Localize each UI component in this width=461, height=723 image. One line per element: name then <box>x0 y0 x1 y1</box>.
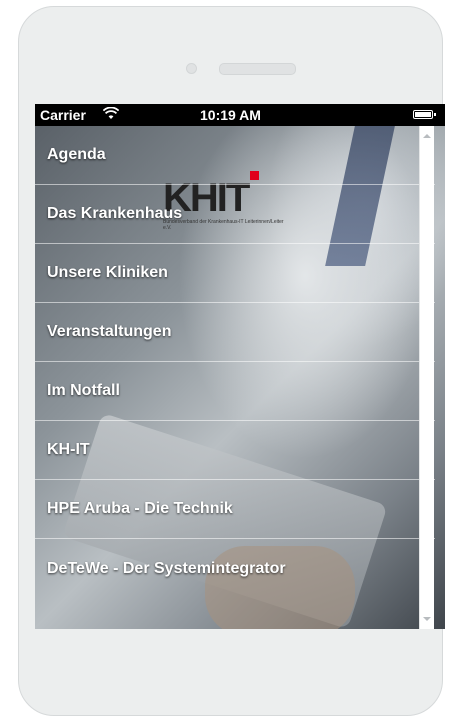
menu-item-unsere-kliniken[interactable]: Unsere Kliniken › <box>35 244 435 303</box>
main-menu: Agenda › Das Krankenhaus › Unsere Klinik… <box>35 126 435 598</box>
scrollbar[interactable] <box>419 126 434 629</box>
app-screen: KHIT Bundesverband der Krankenhaus-IT Le… <box>35 104 445 629</box>
clock: 10:19 AM <box>200 107 261 123</box>
menu-item-label: KH-IT <box>47 441 90 458</box>
scroll-up-icon[interactable] <box>423 134 431 138</box>
menu-item-agenda[interactable]: Agenda › <box>35 126 435 185</box>
menu-item-im-notfall[interactable]: Im Notfall › <box>35 362 435 421</box>
camera-icon <box>186 63 197 74</box>
battery-icon <box>413 110 436 119</box>
speaker-icon <box>219 63 296 75</box>
menu-item-label: DeTeWe - Der Systemintegrator <box>47 559 286 577</box>
menu-item-label: Veranstaltungen <box>47 323 172 340</box>
menu-item-label: Im Notfall <box>47 382 120 399</box>
carrier-label: Carrier <box>40 107 86 123</box>
menu-item-label: Agenda <box>47 146 106 163</box>
menu-item-kh-it[interactable]: KH-IT › <box>35 421 435 480</box>
status-bar: Carrier 10:19 AM <box>35 104 445 126</box>
menu-item-label: HPE Aruba - Die Technik <box>47 500 233 517</box>
menu-item-label: Das Krankenhaus <box>47 205 183 222</box>
menu-item-veranstaltungen[interactable]: Veranstaltungen › <box>35 303 435 362</box>
menu-item-das-krankenhaus[interactable]: Das Krankenhaus › <box>35 185 435 244</box>
menu-item-hpe-aruba[interactable]: HPE Aruba - Die Technik › <box>35 480 435 539</box>
wifi-icon <box>102 106 120 123</box>
scroll-down-icon[interactable] <box>423 617 431 621</box>
menu-item-detewe[interactable]: DeTeWe - Der Systemintegrator › <box>35 539 435 598</box>
menu-item-label: Unsere Kliniken <box>47 264 168 281</box>
